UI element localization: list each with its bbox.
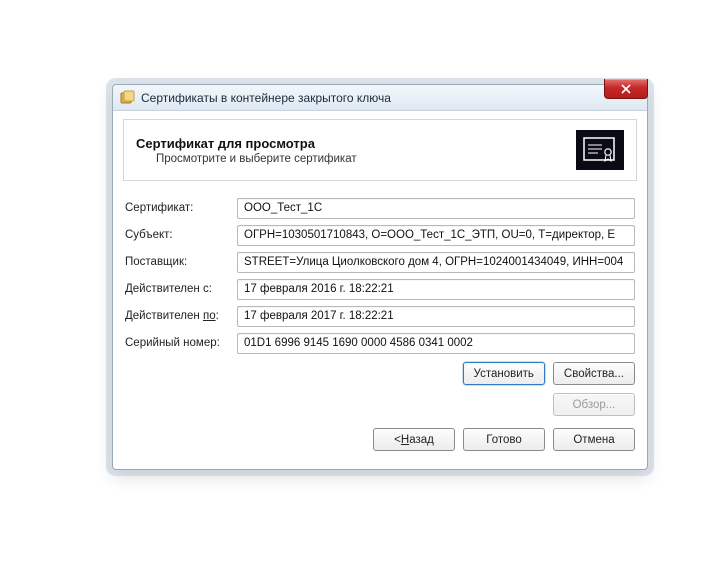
value-provider[interactable]: STREET=Улица Циолковского дом 4, ОГРН=10… (237, 252, 635, 273)
label-valid-from: Действителен с: (125, 283, 237, 295)
close-icon (621, 84, 631, 94)
header-subtitle: Просмотрите и выберите сертификат (136, 153, 357, 165)
back-button[interactable]: < Назад (373, 428, 455, 451)
window-title: Сертификаты в контейнере закрытого ключа (141, 91, 641, 105)
titlebar: Сертификаты в контейнере закрытого ключа (113, 85, 647, 111)
field-valid-to: Действителен по: 17 февраля 2017 г. 18:2… (125, 305, 635, 327)
certificate-icon (576, 130, 624, 170)
value-valid-from[interactable]: 17 февраля 2016 г. 18:22:21 (237, 279, 635, 300)
field-valid-from: Действителен с: 17 февраля 2016 г. 18:22… (125, 278, 635, 300)
field-provider: Поставщик: STREET=Улица Циолковского дом… (125, 251, 635, 273)
dialog-window: Сертификаты в контейнере закрытого ключа… (112, 84, 648, 470)
field-subject: Субъект: ОГРН=1030501710843, О=ООО_Тест_… (125, 224, 635, 246)
label-serial: Серийный номер: (125, 337, 237, 349)
dialog-body: Сертификат для просмотра Просмотрите и в… (113, 111, 647, 428)
value-serial[interactable]: 01D1 6996 9145 1690 0000 4586 0341 0002 (237, 333, 635, 354)
app-icon (119, 90, 135, 106)
value-valid-to[interactable]: 17 февраля 2017 г. 18:22:21 (237, 306, 635, 327)
browse-button: Обзор... (553, 393, 635, 416)
close-button[interactable] (604, 79, 648, 99)
value-subject[interactable]: ОГРН=1030501710843, О=ООО_Тест_1С_ЭТП, O… (237, 225, 635, 246)
bottom-actions: < Назад Готово Отмена (361, 418, 647, 461)
header-title: Сертификат для просмотра (136, 136, 357, 151)
install-button[interactable]: Установить (463, 362, 545, 385)
field-serial: Серийный номер: 01D1 6996 9145 1690 0000… (125, 332, 635, 354)
value-certificate[interactable]: ООО_Тест_1С (237, 198, 635, 219)
label-valid-to: Действителен по: (125, 310, 237, 322)
label-subject: Субъект: (125, 229, 237, 241)
properties-button[interactable]: Свойства... (553, 362, 635, 385)
finish-button[interactable]: Готово (463, 428, 545, 451)
label-certificate: Сертификат: (125, 202, 237, 214)
mid-actions: Установить Свойства... (125, 362, 635, 385)
header-panel: Сертификат для просмотра Просмотрите и в… (123, 119, 637, 181)
field-certificate: Сертификат: ООО_Тест_1С (125, 197, 635, 219)
label-provider: Поставщик: (125, 256, 237, 268)
header-text: Сертификат для просмотра Просмотрите и в… (136, 136, 357, 165)
cancel-button[interactable]: Отмена (553, 428, 635, 451)
fields-group: Сертификат: ООО_Тест_1С Субъект: ОГРН=10… (123, 193, 637, 418)
browse-row: Обзор... (125, 393, 635, 416)
